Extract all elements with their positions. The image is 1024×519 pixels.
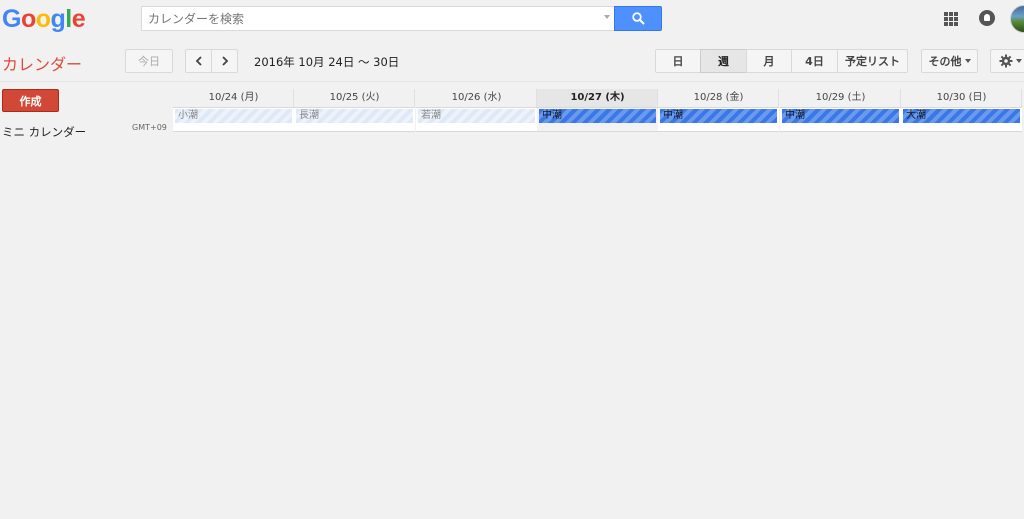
view-month-button[interactable]: 月: [746, 49, 792, 73]
search-options-dropdown-icon[interactable]: [604, 15, 610, 19]
search-button[interactable]: [614, 6, 662, 31]
avatar[interactable]: [1010, 5, 1024, 33]
date-range-label: 2016年 10月 24日 〜 30日: [254, 55, 400, 69]
create-button[interactable]: 作成: [2, 89, 59, 112]
day-column: 10/30 (日) 大潮: [901, 89, 1022, 132]
logo-letter: o: [20, 5, 36, 33]
day-column: 10/25 (火) 長潮: [294, 89, 415, 132]
all-day-event[interactable]: 若潮: [418, 109, 535, 123]
more-label: その他: [928, 55, 962, 68]
day-column: 10/24 (月) 小潮: [173, 89, 294, 132]
logo-letter: G: [2, 5, 21, 33]
gear-icon: [999, 54, 1012, 68]
today-button[interactable]: 今日: [125, 49, 173, 73]
search-box: [141, 6, 615, 31]
day-header[interactable]: 10/26 (水): [416, 89, 537, 106]
logo-letter: o: [35, 5, 51, 33]
day-column: 10/27 (木) 中潮: [537, 89, 658, 132]
day-column: 10/26 (水) 若潮: [416, 89, 537, 132]
day-header[interactable]: 10/27 (木): [537, 89, 658, 106]
view-day-button[interactable]: 日: [655, 49, 701, 73]
view-4day-button[interactable]: 4日: [791, 49, 838, 73]
week-grid: 10/24 (月) 小潮 10/25 (火) 長潮 10/26 (水) 若潮 10/27 (…: [173, 89, 1022, 132]
previous-button[interactable]: [185, 49, 212, 73]
chevron-down-icon: [964, 59, 971, 63]
all-day-event[interactable]: 中潮: [660, 109, 777, 123]
day-header[interactable]: 10/25 (火): [294, 89, 415, 106]
chevron-left-icon: [195, 56, 202, 66]
search-input[interactable]: [142, 7, 582, 30]
all-day-event[interactable]: 中潮: [539, 109, 656, 123]
next-button[interactable]: [211, 49, 238, 73]
logo-letter: e: [71, 5, 86, 33]
chevron-right-icon: [221, 56, 228, 66]
all-day-cell[interactable]: 小潮: [173, 107, 294, 132]
header-divider: [0, 81, 1024, 82]
view-agenda-button[interactable]: 予定リスト: [837, 49, 908, 73]
all-day-cell[interactable]: 若潮: [416, 107, 537, 132]
all-day-cell[interactable]: 長潮: [294, 107, 415, 132]
all-day-cell[interactable]: 中潮: [658, 107, 779, 132]
day-header[interactable]: 10/24 (月): [173, 89, 294, 106]
all-day-cell[interactable]: 中潮: [537, 107, 658, 132]
day-header[interactable]: 10/28 (金): [658, 89, 779, 106]
app-title: カレンダー: [2, 55, 83, 74]
search-icon: [631, 12, 645, 25]
settings-button[interactable]: [990, 49, 1024, 73]
google-logo[interactable]: Google: [2, 4, 86, 34]
all-day-cell[interactable]: 中潮: [780, 107, 901, 132]
view-week-button[interactable]: 週: [700, 49, 747, 73]
all-day-event[interactable]: 長潮: [296, 109, 413, 123]
all-day-event[interactable]: 中潮: [782, 109, 899, 123]
day-column: 10/29 (土) 中潮: [780, 89, 901, 132]
top-bar: Google: [0, 0, 1024, 42]
notifications-bell-icon[interactable]: [979, 10, 995, 26]
day-header[interactable]: 10/30 (日): [901, 89, 1022, 106]
timezone-label: GMT+09: [132, 123, 167, 132]
logo-letter: g: [50, 5, 66, 33]
day-column: 10/28 (金) 中潮: [658, 89, 779, 132]
all-day-event[interactable]: 小潮: [175, 109, 292, 123]
apps-grid-icon[interactable]: [944, 12, 958, 26]
all-day-cell[interactable]: 大潮: [901, 107, 1022, 132]
day-header[interactable]: 10/29 (土): [780, 89, 901, 106]
chevron-down-icon: [1015, 59, 1022, 63]
all-day-event[interactable]: 大潮: [903, 109, 1020, 123]
more-button[interactable]: その他: [921, 49, 978, 73]
mini-calendar-label[interactable]: ミニ カレンダー: [2, 124, 86, 140]
